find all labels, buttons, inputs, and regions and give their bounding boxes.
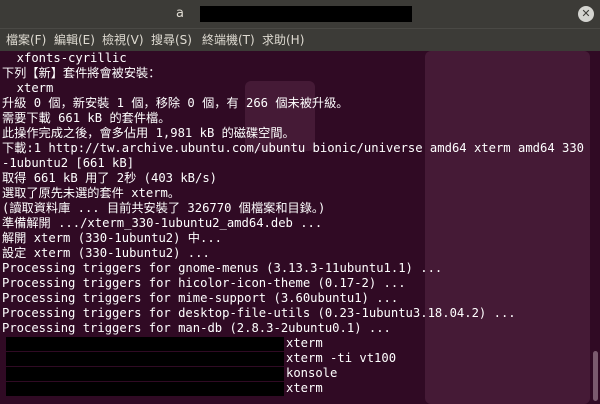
redacted-title [200,6,412,22]
terminal-line: -1ubuntu2 [661 kB] [2,156,135,170]
terminal-line: xfonts-cyrillic [2,51,127,65]
terminal-window: a ✕ 檔案(F) 編輯(E) 檢視(V) 搜尋(S) 終端機(T) 求助(H)… [0,0,600,404]
terminal-line: 設定 xterm (330-1ubuntu2) ... [2,246,210,260]
alternative-entry: xterm -ti vt100 [286,351,397,365]
terminal-line: 需要下載 661 kB 的套件檔。 [2,111,171,125]
terminal-output[interactable]: xfonts-cyrillic 下列【新】套件將會被安裝： xterm 升級 0… [0,51,600,404]
terminal-scrollbar[interactable] [593,51,598,404]
terminal-line: 取得 661 kB 用了 2秒 (403 kB/s) [2,171,218,185]
terminal-line: (讀取資料庫 ... 目前共安裝了 326770 個檔案和目錄。) [2,201,326,215]
terminal-line: 準備解開 .../xterm_330-1ubuntu2_amd64.deb ..… [2,216,323,230]
terminal-line: Processing triggers for man-db (2.8.3-2u… [2,321,391,335]
terminal-line: Processing triggers for desktop-file-uti… [2,306,516,320]
terminal-line: 解開 xterm (330-1ubuntu2) 中... [2,231,222,245]
redacted-output [6,337,284,351]
menu-view[interactable]: 檢視(V) [102,31,144,48]
redacted-output [6,352,284,366]
background-window-ghost [425,51,590,404]
menu-edit[interactable]: 編輯(E) [54,31,95,48]
redacted-output [6,382,284,396]
menu-terminal[interactable]: 終端機(T) [202,31,255,48]
close-button[interactable]: ✕ [578,6,594,22]
close-icon: ✕ [581,7,591,20]
terminal-line: 下列【新】套件將會被安裝： [2,66,161,80]
menu-search[interactable]: 搜尋(S) [151,31,192,48]
menu-file[interactable]: 檔案(F) [6,31,46,48]
terminal-line: 下載:1 http://tw.archive.ubuntu.com/ubuntu… [2,141,585,155]
scrollbar-thumb[interactable] [593,351,598,401]
menu-bar: 檔案(F) 編輯(E) 檢視(V) 搜尋(S) 終端機(T) 求助(H) [0,28,600,51]
terminal-line: Processing triggers for gnome-menus (3.1… [2,261,443,275]
terminal-line: xterm [2,81,54,95]
terminal-line: 升級 0 個，新安裝 1 個，移除 0 個，有 266 個未被升級。 [2,96,349,110]
alternative-entry: xterm [286,381,323,395]
menu-help[interactable]: 求助(H) [262,31,304,48]
terminal-line: 選取了原先未選的套件 xterm。 [2,186,181,200]
terminal-line: Processing triggers for hicolor-icon-the… [2,276,406,290]
window-title: a [176,6,184,21]
title-bar[interactable]: a ✕ [0,0,600,28]
alternative-entry: xterm [286,336,323,350]
redacted-output [6,367,284,381]
alternative-entry: konsole [286,366,338,380]
terminal-line: Processing triggers for mime-support (3.… [2,291,399,305]
terminal-line: 此操作完成之後，會多佔用 1,981 kB 的磁碟空間。 [2,126,295,140]
